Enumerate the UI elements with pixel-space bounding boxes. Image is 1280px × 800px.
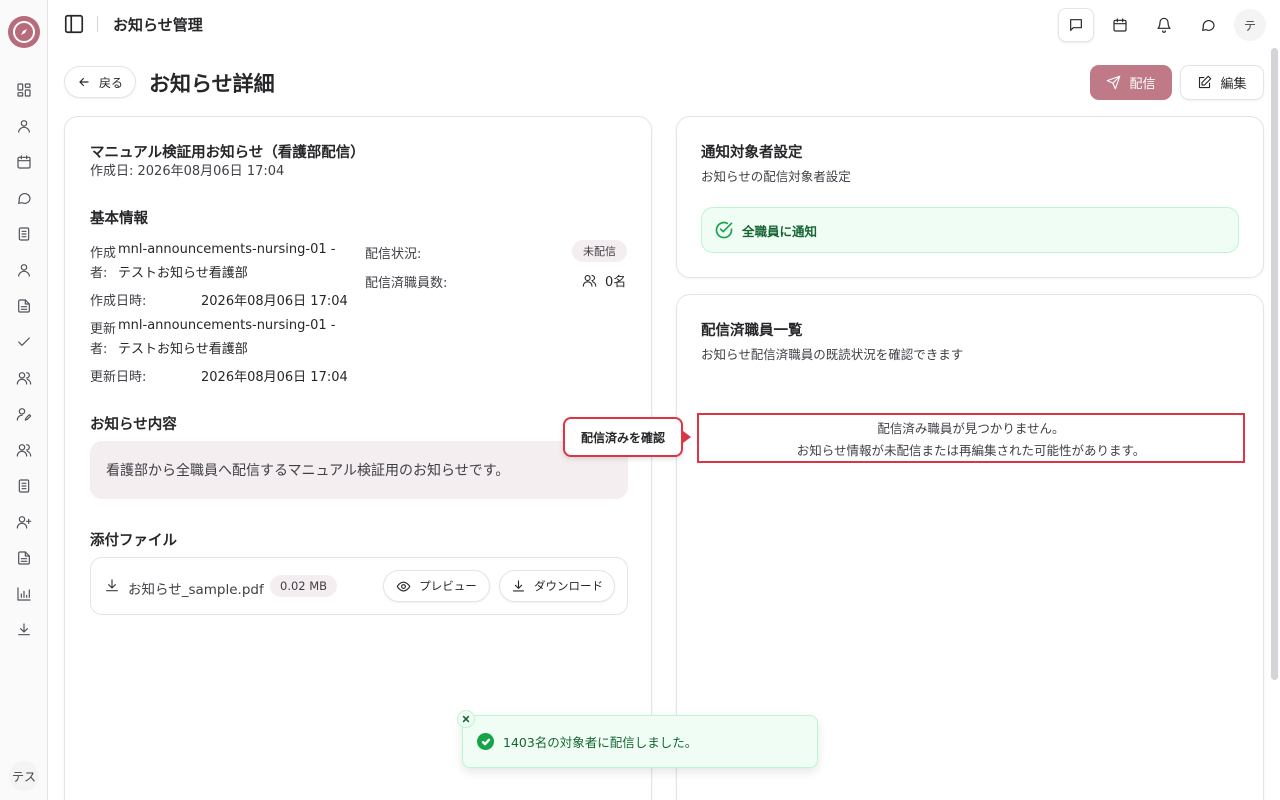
content-body: 看護部から全職員へ配信するマニュアル検証用のお知らせです。 (90, 441, 628, 499)
delivered-count: 0名 (582, 271, 626, 290)
top-actions: テ (1058, 8, 1266, 42)
check-circle-icon (477, 733, 494, 750)
chart-icon[interactable] (14, 584, 34, 604)
send-icon (1107, 75, 1121, 90)
callout-label: 配信済みを確認 (563, 417, 683, 457)
edit-button[interactable]: 編集 (1180, 65, 1264, 100)
group-icon[interactable] (14, 440, 34, 460)
updated-at-value: 2026年08月06日 17:04 (201, 370, 348, 385)
rail-user-avatar[interactable]: テス (9, 761, 39, 791)
top-divider (97, 16, 98, 32)
back-button[interactable]: 戻る (64, 66, 136, 98)
announcement-detail-card: マニュアル検証用お知らせ（看護部配信） 作成日: 2026年08月06日 17:… (64, 116, 652, 800)
eye-icon (396, 581, 411, 591)
users-icon (582, 274, 597, 287)
delivered-count-label: 配信済職員数: (365, 276, 448, 291)
bell-icon[interactable] (1146, 8, 1182, 42)
all-staff-indicator: 全職員に通知 (701, 207, 1239, 253)
updater-label-1: 更新 (90, 322, 117, 337)
delivered-list-heading: 配信済職員一覧 (701, 323, 803, 339)
callout-arrow (683, 431, 691, 443)
calendar-icon[interactable] (14, 152, 34, 172)
chat-bubble-icon[interactable] (1190, 8, 1226, 42)
creator-value-2: テストお知らせ看護部 (118, 266, 248, 281)
message-square-icon[interactable] (1058, 8, 1094, 42)
users-icon[interactable] (14, 368, 34, 388)
top-bar: お知らせ管理 テ (48, 0, 1280, 48)
download-label: ダウンロード (534, 579, 603, 593)
updater-value-2: テストお知らせ看護部 (118, 342, 248, 357)
success-toast: 1403名の対象者に配信しました。 (457, 710, 818, 768)
app-title: お知らせ管理 (113, 16, 203, 34)
creator-value-1: mnl-announcements-nursing-01 - (118, 242, 336, 257)
document-icon[interactable] (14, 224, 34, 244)
arrow-left-icon (79, 77, 89, 87)
download-icon (104, 578, 120, 594)
empty-line-1: 配信済み職員が見つかりません。 (877, 420, 1065, 436)
basic-info-heading: 基本情報 (90, 211, 148, 227)
announcement-title: マニュアル検証用お知らせ（看護部配信） (90, 145, 365, 161)
page-title: お知らせ詳細 (149, 72, 275, 96)
status-label: 配信状況: (365, 247, 422, 262)
preview-button[interactable]: プレビュー (383, 570, 490, 602)
toast-message: 1403名の対象者に配信しました。 (503, 735, 698, 750)
download-icon (512, 579, 525, 591)
attachment-name: お知らせ_sample.pdf (128, 582, 264, 598)
report-icon[interactable] (14, 548, 34, 568)
delivered-list-subtitle: お知らせ配信済職員の既読状況を確認できます (701, 347, 964, 362)
attachment-size: 0.02 MB (270, 575, 338, 597)
user-edit-icon[interactable] (14, 404, 34, 424)
list-icon[interactable] (14, 476, 34, 496)
check-icon[interactable] (14, 332, 34, 352)
user-avatar[interactable]: テ (1234, 9, 1266, 41)
back-label: 戻る (98, 75, 123, 90)
send-label: 配信 (1129, 77, 1156, 92)
user-plus-icon[interactable] (14, 512, 34, 532)
compass-icon (13, 21, 35, 43)
target-heading: 通知対象者設定 (701, 145, 803, 161)
attachments-heading: 添付ファイル (90, 533, 177, 549)
dashboard-icon[interactable] (14, 80, 34, 100)
updater-value-1: mnl-announcements-nursing-01 - (118, 318, 336, 333)
calendar-icon[interactable] (1102, 8, 1138, 42)
empty-line-2: お知らせ情報が未配信または再編集された可能性があります。 (796, 442, 1146, 458)
user-icon[interactable] (14, 116, 34, 136)
send-button[interactable]: 配信 (1090, 65, 1172, 100)
attachment-row: お知らせ_sample.pdf 0.02 MB プレビュー ダウンロード (90, 557, 628, 615)
scrollbar[interactable] (1271, 48, 1278, 680)
side-rail: テス (0, 0, 48, 800)
created-at-label: 作成日時: (90, 294, 147, 309)
edit-label: 編集 (1220, 77, 1247, 92)
creator-label-2: 者: (90, 266, 108, 281)
sidebar-toggle-icon[interactable] (62, 12, 86, 36)
created-at-value: 2026年08月06日 17:04 (201, 294, 348, 309)
profile-icon[interactable] (14, 260, 34, 280)
notification-target-card: 通知対象者設定 お知らせの配信対象者設定 全職員に通知 (676, 116, 1264, 278)
file-icon[interactable] (14, 296, 34, 316)
edit-icon (1199, 75, 1212, 89)
status-badge: 未配信 (572, 240, 627, 262)
empty-state: 配信済み職員が見つかりません。 お知らせ情報が未配信または再編集された可能性があ… (697, 413, 1245, 463)
updated-at-label: 更新日時: (90, 370, 147, 385)
close-icon[interactable] (457, 710, 475, 728)
all-staff-label: 全職員に通知 (742, 223, 818, 239)
brand-logo[interactable] (8, 16, 40, 48)
delivered-count-value: 0名 (605, 275, 627, 290)
download-button[interactable]: ダウンロード (499, 570, 615, 602)
content-heading: お知らせ内容 (90, 417, 177, 433)
preview-label: プレビュー (419, 579, 477, 593)
updater-label-2: 者: (90, 342, 108, 357)
target-subtitle: お知らせの配信対象者設定 (701, 169, 851, 184)
check-circle-icon (715, 221, 733, 239)
created-date: 作成日: 2026年08月06日 17:04 (90, 164, 285, 179)
download-icon[interactable] (14, 620, 34, 640)
chat-icon[interactable] (14, 188, 34, 208)
creator-label-1: 作成 (90, 246, 117, 261)
